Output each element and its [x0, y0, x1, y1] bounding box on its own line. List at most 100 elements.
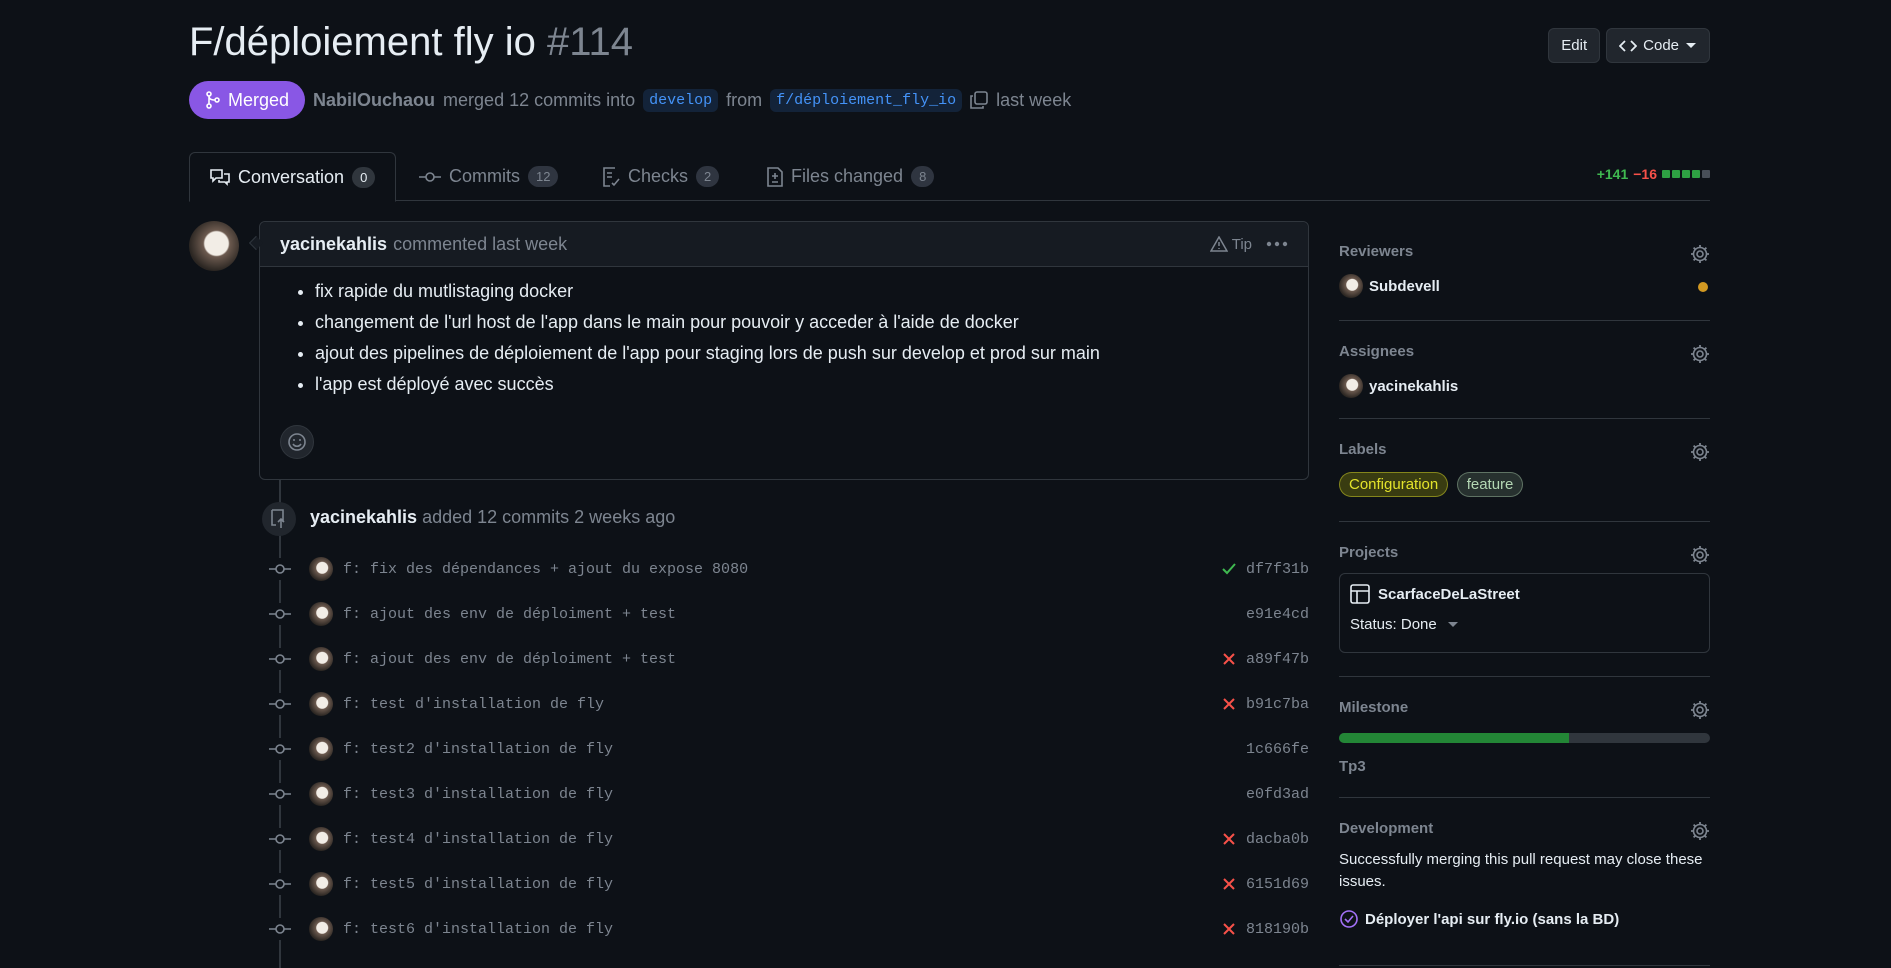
tab-conversation-count: 0 — [352, 166, 376, 188]
development-text: Successfully merging this pull request m… — [1339, 851, 1703, 890]
kebab-horizontal-icon[interactable] — [1266, 241, 1288, 247]
project-status-select[interactable]: Status: Done — [1350, 616, 1699, 633]
tab-checks[interactable]: Checks 2 — [582, 152, 739, 201]
commit-meta: a89f47b — [1221, 651, 1309, 668]
commit-meta: e91e4cd — [1245, 606, 1309, 623]
commit-message[interactable]: f: test2 d'installation de fly — [343, 741, 613, 758]
avatar[interactable] — [309, 602, 333, 626]
avatar[interactable] — [309, 782, 333, 806]
tab-commits[interactable]: Commits 12 — [399, 152, 578, 201]
milestone-title: Milestone — [1339, 699, 1409, 716]
avatar[interactable] — [309, 872, 333, 896]
x-icon[interactable] — [1221, 921, 1237, 937]
pr-number: #114 — [546, 20, 633, 64]
commit-sha[interactable]: e0fd3ad — [1245, 786, 1309, 803]
x-icon[interactable] — [1221, 696, 1237, 712]
pr-meta: Merged NabilOuchaou merged 12 commits in… — [189, 81, 1071, 119]
commit-sha[interactable]: 818190b — [1245, 921, 1309, 938]
pr-title: F/déploiement fly io — [189, 20, 536, 64]
label-feature[interactable]: feature — [1456, 472, 1524, 497]
checklist-icon — [603, 166, 620, 187]
code-icon — [1619, 39, 1638, 52]
merger-link[interactable]: NabilOuchaou — [313, 90, 435, 111]
commit-row: f: test3 d'installation de fly e0fd3ad — [269, 779, 1309, 809]
commit-sha[interactable]: e91e4cd — [1245, 606, 1309, 623]
tab-conversation-label: Conversation — [238, 166, 345, 187]
project-card: ScarfaceDeLaStreet Status: Done — [1339, 573, 1710, 653]
labels-gear-icon[interactable] — [1690, 442, 1710, 462]
projects-gear-icon[interactable] — [1690, 545, 1710, 565]
commit-sha[interactable]: b91c7ba — [1245, 696, 1309, 713]
assignee-item[interactable]: yacinekahlis — [1339, 374, 1710, 398]
commit-message[interactable]: f: test d'installation de fly — [343, 696, 604, 713]
smiley-icon — [288, 433, 306, 451]
comment-author-avatar[interactable] — [189, 221, 239, 271]
merge-icon — [206, 91, 220, 109]
linked-issue[interactable]: Déployer l'api sur fly.io (sans la BD) — [1339, 909, 1710, 929]
commit-sha[interactable]: dacba0b — [1245, 831, 1309, 848]
commit-message[interactable]: f: test6 d'installation de fly — [343, 921, 613, 938]
base-branch[interactable]: develop — [643, 88, 719, 112]
commit-sha[interactable]: 1c666fe — [1245, 741, 1309, 758]
commit-node-icon — [269, 873, 291, 895]
x-icon[interactable] — [1221, 651, 1237, 667]
commit-sha[interactable]: 6151d69 — [1245, 876, 1309, 893]
milestone-gear-icon[interactable] — [1690, 700, 1710, 720]
comment-author[interactable]: yacinekahlis — [280, 234, 387, 255]
diff-deletions: −16 — [1633, 166, 1657, 182]
labels-section: Labels Configuration feature — [1339, 419, 1710, 522]
head-branch[interactable]: f/déploiement_fly_io — [770, 88, 963, 112]
edit-button[interactable]: Edit — [1548, 28, 1601, 63]
label-configuration[interactable]: Configuration — [1339, 472, 1449, 497]
commit-message[interactable]: f: test4 d'installation de fly — [343, 831, 613, 848]
tab-conversation[interactable]: Conversation 0 — [189, 152, 397, 202]
commit-sha[interactable]: a89f47b — [1245, 651, 1309, 668]
comment-box: yacinekahlis commented last week Tip fix… — [259, 221, 1309, 480]
assignees-gear-icon[interactable] — [1690, 344, 1710, 364]
pull-request-page: F/déploiement fly io #114 Edit Code Merg… — [0, 0, 1891, 968]
avatar[interactable] — [309, 647, 333, 671]
development-gear-icon[interactable] — [1690, 821, 1710, 841]
reviewer-item[interactable]: Subdevell — [1339, 274, 1710, 298]
add-reaction-button[interactable] — [280, 425, 314, 459]
code-button[interactable]: Code — [1606, 28, 1710, 63]
push-author[interactable]: yacinekahlis — [310, 507, 417, 527]
commit-message[interactable]: f: test3 d'installation de fly — [343, 786, 613, 803]
diffstat-block — [1682, 170, 1690, 178]
milestone-name[interactable]: Tp3 — [1339, 758, 1710, 775]
tab-files-changed-count: 8 — [911, 166, 935, 187]
projects-title: Projects — [1339, 544, 1399, 561]
x-icon[interactable] — [1221, 831, 1237, 847]
milestone-progress-fill — [1339, 733, 1570, 743]
code-button-label: Code — [1643, 37, 1679, 54]
copy-icon[interactable] — [970, 91, 988, 109]
reviewers-title: Reviewers — [1339, 243, 1414, 260]
avatar[interactable] — [309, 917, 333, 941]
tip-button[interactable]: Tip — [1209, 236, 1252, 253]
avatar[interactable] — [309, 827, 333, 851]
comment-time[interactable]: commented last week — [393, 234, 567, 255]
commit-node-icon — [269, 558, 291, 580]
check-icon[interactable] — [1221, 561, 1237, 577]
commit-sha[interactable]: df7f31b — [1245, 561, 1309, 578]
commit-icon — [419, 171, 441, 182]
diffstat-block — [1702, 170, 1710, 178]
x-icon[interactable] — [1221, 876, 1237, 892]
avatar[interactable] — [309, 692, 333, 716]
avatar[interactable] — [309, 737, 333, 761]
commit-meta: 1c666fe — [1245, 741, 1309, 758]
avatar[interactable] — [309, 557, 333, 581]
comment-list-item: changement de l'url host de l'app dans l… — [315, 311, 1288, 333]
project-link[interactable]: ScarfaceDeLaStreet — [1350, 584, 1699, 604]
project-name: ScarfaceDeLaStreet — [1378, 585, 1520, 603]
commit-node-icon — [269, 828, 291, 850]
commit-message[interactable]: f: ajout des env de déploiment + test — [343, 606, 676, 623]
tab-files-changed[interactable]: Files changed 8 — [747, 152, 954, 201]
reviewers-gear-icon[interactable] — [1690, 244, 1710, 264]
commit-row: f: ajout des env de déploiment + test e91… — [269, 599, 1309, 629]
commit-message[interactable]: f: ajout des env de déploiment + test — [343, 651, 676, 668]
projects-section: Projects ScarfaceDeLaStreet Status: Done — [1339, 522, 1710, 677]
commit-message[interactable]: f: fix des dépendances + ajout du expose… — [343, 561, 748, 578]
caret-down-icon — [1447, 621, 1458, 627]
commit-message[interactable]: f: test5 d'installation de fly — [343, 876, 613, 893]
